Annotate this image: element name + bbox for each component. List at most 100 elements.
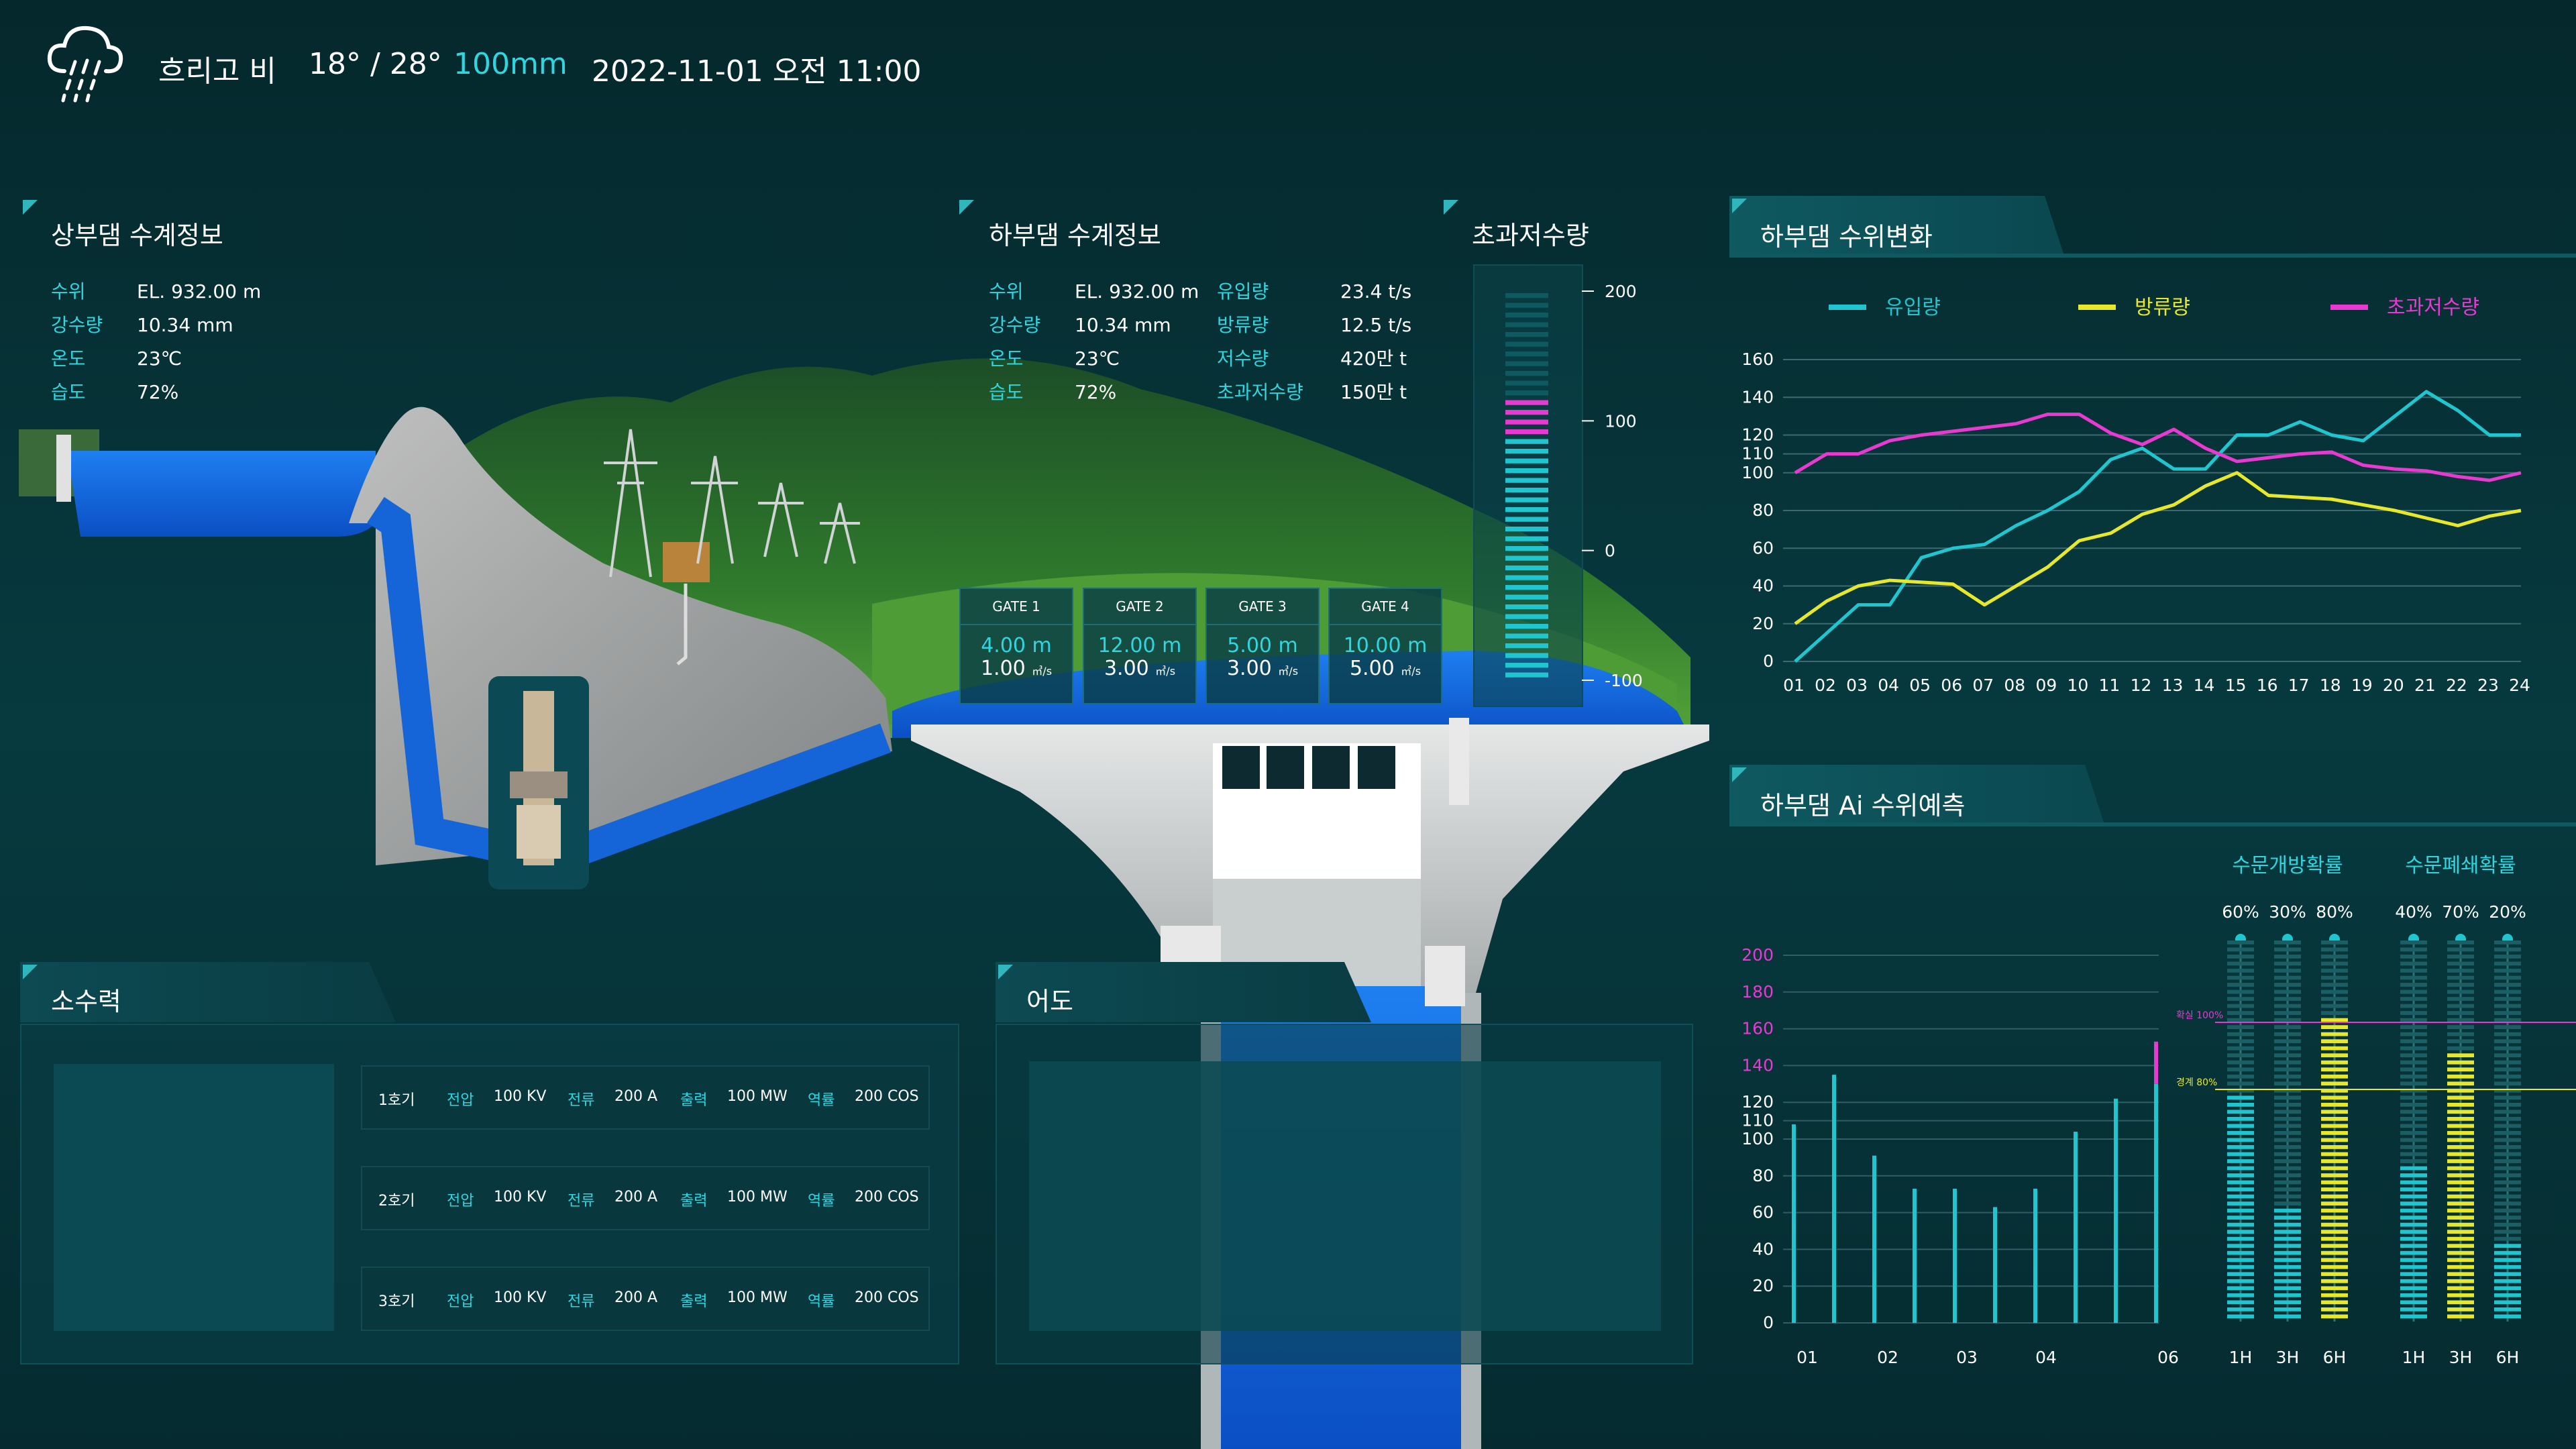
probability-segment (2494, 1307, 2521, 1311)
probability-segment (2274, 1116, 2301, 1121)
probability-segment (2227, 1124, 2254, 1128)
water-level-title: 하부댐 수위변화 (1760, 222, 1933, 252)
probability-segment (2321, 1074, 2348, 1079)
probability-segment (2447, 1222, 2474, 1227)
probability-segment (2321, 1039, 2348, 1044)
probability-segment (2447, 1180, 2474, 1185)
x-tick-label: 20 (2383, 676, 2404, 695)
gauge-segment (1505, 313, 1548, 318)
gauge-segment (1505, 458, 1548, 464)
probability-segment (2274, 955, 2301, 959)
generator-row[interactable]: 1호기 전압 100 KV 전류 200 A 출력 100 MW 역률 200 … (361, 1065, 930, 1130)
forecast-bar (1792, 1124, 1796, 1323)
probability-segment (2494, 1138, 2521, 1142)
probability-segment (2274, 1230, 2301, 1234)
probability-segment (2321, 1180, 2348, 1185)
probability-segment (2447, 1138, 2474, 1142)
gauge-segment (1505, 517, 1548, 522)
probability-segment (2400, 1081, 2427, 1086)
gauge-segment (1505, 468, 1548, 474)
info-value: 150만 t (1340, 381, 1407, 403)
gauge-segment (1505, 672, 1548, 678)
gauge-segment (1505, 575, 1548, 580)
probability-segment (2400, 1250, 2427, 1255)
probability-segment (2274, 1032, 2301, 1036)
x-tick-label: 15 (2225, 676, 2247, 695)
y-tick-label: 180 (1741, 982, 1774, 1002)
gauge-segment (1505, 527, 1548, 532)
y-tick-label: 160 (1741, 1019, 1774, 1038)
gate-name: GATE 1 (992, 598, 1040, 614)
probability-horizon: 6H (2496, 1348, 2520, 1367)
probability-segment (2321, 1286, 2348, 1291)
probability-segment (2321, 1145, 2348, 1149)
gate-card[interactable]: GATE 1 4.00 m 1.00 ㎥/s (959, 588, 1073, 704)
weather-text: 흐리고 비 (158, 54, 276, 89)
gauge-segment (1505, 497, 1548, 502)
probability-segment (2400, 1060, 2427, 1065)
probability-horizon: 3H (2449, 1348, 2473, 1367)
probability-segment (2447, 1025, 2474, 1030)
probability-segment (2447, 1116, 2474, 1121)
probability-segment (2274, 989, 2301, 994)
y-tick-label: 0 (1763, 651, 1774, 671)
y-tick-label: 160 (1741, 350, 1774, 369)
probability-segment (2447, 941, 2474, 945)
probability-segment (2494, 1250, 2521, 1255)
probability-segment (2321, 1095, 2348, 1100)
gauge-tick-label: -100 (1605, 671, 1643, 690)
generator-row[interactable]: 3호기 전압 100 KV 전류 200 A 출력 100 MW 역률 200 … (361, 1267, 930, 1331)
probability-segment (2227, 1286, 2254, 1291)
probability-horizon: 1H (2229, 1348, 2253, 1367)
gate-card[interactable]: GATE 4 10.00 m 5.00 ㎥/s (1328, 588, 1442, 704)
probability-segment (2274, 1300, 2301, 1305)
current-label: 전류 (568, 1193, 595, 1210)
info-value: 72% (1075, 381, 1117, 403)
probability-segment (2400, 1208, 2427, 1213)
generator-row[interactable]: 2호기 전압 100 KV 전류 200 A 출력 100 MW 역률 200 … (361, 1166, 930, 1230)
probability-segment (2227, 1307, 2254, 1311)
probability-segment (2494, 1293, 2521, 1297)
gauge-segment (1505, 555, 1548, 561)
info-label: 습도 (51, 381, 86, 403)
probability-segment (2274, 1152, 2301, 1157)
probability-segment (2274, 1011, 2301, 1015)
series-line (1794, 390, 2521, 663)
probability-segment (2274, 1236, 2301, 1241)
gauge-segment (1505, 303, 1548, 308)
probability-segment (2227, 1067, 2254, 1072)
probability-segment (2274, 941, 2301, 945)
probability-segment (2227, 1074, 2254, 1079)
x-tick-label: 04 (2035, 1348, 2057, 1367)
probability-segment (2400, 1244, 2427, 1248)
probability-segment (2494, 1194, 2521, 1199)
x-tick-label: 01 (1783, 676, 1805, 695)
probability-segment (2447, 1074, 2474, 1079)
probability-segment (2447, 1124, 2474, 1128)
probability-segment (2447, 1081, 2474, 1086)
probability-segment (2321, 1102, 2348, 1107)
probability-segment (2447, 1244, 2474, 1248)
gate-flow: 5.00 (1349, 657, 1395, 680)
probability-segment (2447, 1067, 2474, 1072)
gate-card[interactable]: GATE 3 5.00 m 3.00 ㎥/s (1205, 588, 1320, 704)
probability-segment (2447, 1194, 2474, 1199)
probability-segment (2274, 1166, 2301, 1171)
info-label: 강수량 (51, 314, 103, 336)
probability-segment (2274, 1250, 2301, 1255)
generator-name: 2호기 (378, 1193, 415, 1210)
gate-card[interactable]: GATE 2 12.00 m 3.00 ㎥/s (1083, 588, 1197, 704)
probability-segment (2494, 1145, 2521, 1149)
probability-segment (2400, 1307, 2427, 1311)
probability-segment (2227, 1152, 2254, 1157)
gauge-segment (1505, 322, 1548, 327)
voltage-label: 전압 (447, 1092, 474, 1109)
probability-segment (2447, 1145, 2474, 1149)
probability-segment (2227, 1187, 2254, 1191)
ai-forecast-title: 하부댐 Ai 수위예측 (1760, 791, 1966, 820)
probability-value: 70% (2442, 902, 2479, 922)
probability-segment (2494, 1258, 2521, 1263)
y-tick-label: 100 (1741, 463, 1774, 482)
probability-segment (2400, 1138, 2427, 1142)
probability-segment (2274, 947, 2301, 952)
